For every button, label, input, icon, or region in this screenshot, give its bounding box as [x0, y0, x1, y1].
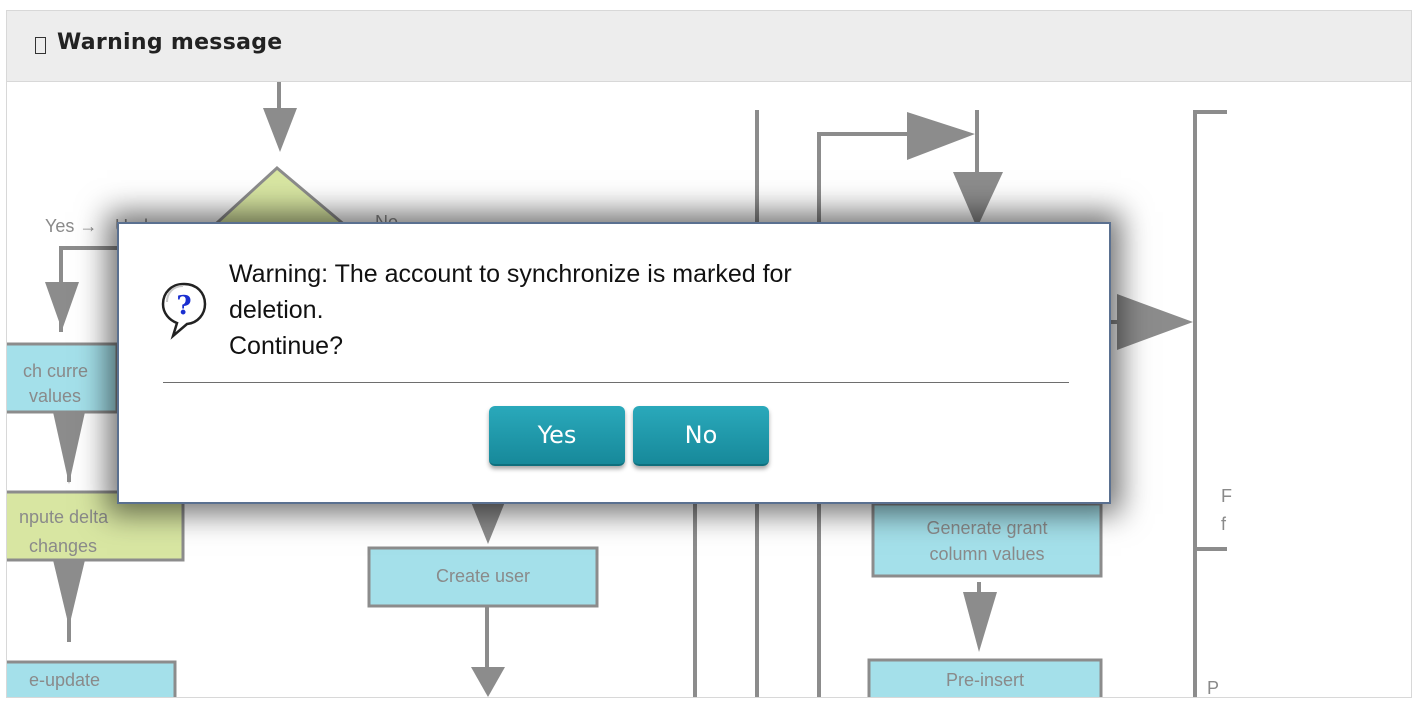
svg-text:?: ? [176, 291, 191, 321]
generic-glyph-icon [35, 37, 46, 54]
compute-delta-label-1: npute delta [19, 507, 109, 527]
dialog-message-line-2: deletion. [229, 296, 324, 324]
generate-grant-label-1: Generate grant [926, 518, 1047, 538]
fetch-current-label-2: values [29, 386, 81, 406]
pre-update-label: e-update [29, 670, 100, 690]
right-partial-label-1: F [1221, 486, 1232, 506]
generate-grant-label-2: column values [929, 544, 1044, 564]
question-speech-bubble-icon: ? [161, 282, 207, 340]
yes-branch-label: Yes → [45, 216, 97, 236]
right-partial-label-2: f [1221, 514, 1227, 534]
flowchart-background: Yes → Upda No ch curre values npute delt… [7, 82, 1411, 697]
arrow-head [263, 108, 297, 152]
dialog-message-line-1: Warning: The account to synchronize is m… [229, 260, 792, 288]
window-title: Warning message [57, 30, 283, 55]
window-header: Warning message [7, 11, 1411, 82]
compute-delta-label-2: changes [29, 536, 97, 556]
right-bottom-partial-label: P [1207, 678, 1219, 697]
pre-insert-label: Pre-insert [946, 670, 1024, 690]
dialog-message-line-3: Continue? [229, 332, 343, 360]
warning-dialog: ? Warning: The account to synchronize is… [117, 222, 1111, 504]
warning-window: Warning message Yes → ch curre values np… [6, 10, 1412, 698]
fetch-current-label-1: ch curre [23, 361, 88, 381]
no-button[interactable]: No [633, 406, 769, 466]
create-user-label: Create user [436, 566, 530, 586]
yes-button[interactable]: Yes [489, 406, 625, 466]
dialog-divider [163, 382, 1069, 383]
